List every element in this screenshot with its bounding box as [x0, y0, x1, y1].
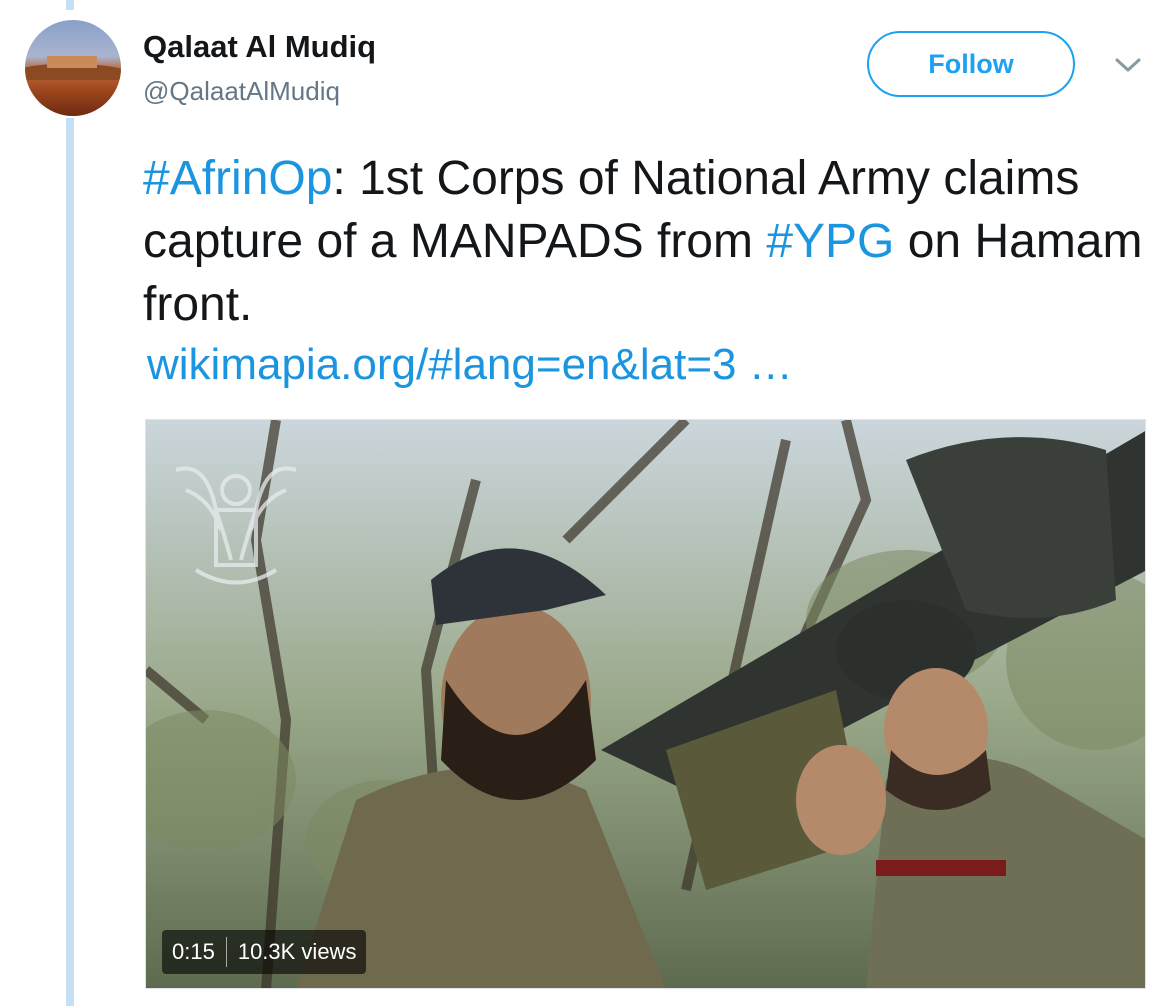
video-info-badge: 0:15 10.3K views [162, 930, 367, 974]
chevron-down-icon[interactable] [1112, 54, 1144, 76]
view-count: 10.3K views [237, 939, 357, 964]
hashtag-afrinop[interactable]: #AfrinOp [143, 152, 332, 205]
thread-line [66, 118, 74, 1006]
video-frame [146, 420, 1145, 988]
tweet-text: #AfrinOp: 1st Corps of National Army cla… [143, 147, 1143, 336]
hashtag-ypg[interactable]: #YPG [766, 215, 894, 268]
user-handle[interactable]: @QalaatAlMudiq [143, 76, 340, 107]
display-name[interactable]: Qalaat Al Mudiq [143, 29, 376, 65]
follow-button[interactable]: Follow [867, 31, 1075, 97]
avatar[interactable] [25, 20, 121, 116]
thread-line-top [66, 0, 74, 10]
tweet-link[interactable]: wikimapia.org/#lang=en&lat=3 … [147, 340, 793, 390]
badge-divider [225, 937, 227, 967]
video-player[interactable]: 0:15 10.3K views [145, 419, 1146, 989]
avatar-fortress [47, 56, 97, 68]
video-duration: 0:15 [172, 939, 215, 964]
